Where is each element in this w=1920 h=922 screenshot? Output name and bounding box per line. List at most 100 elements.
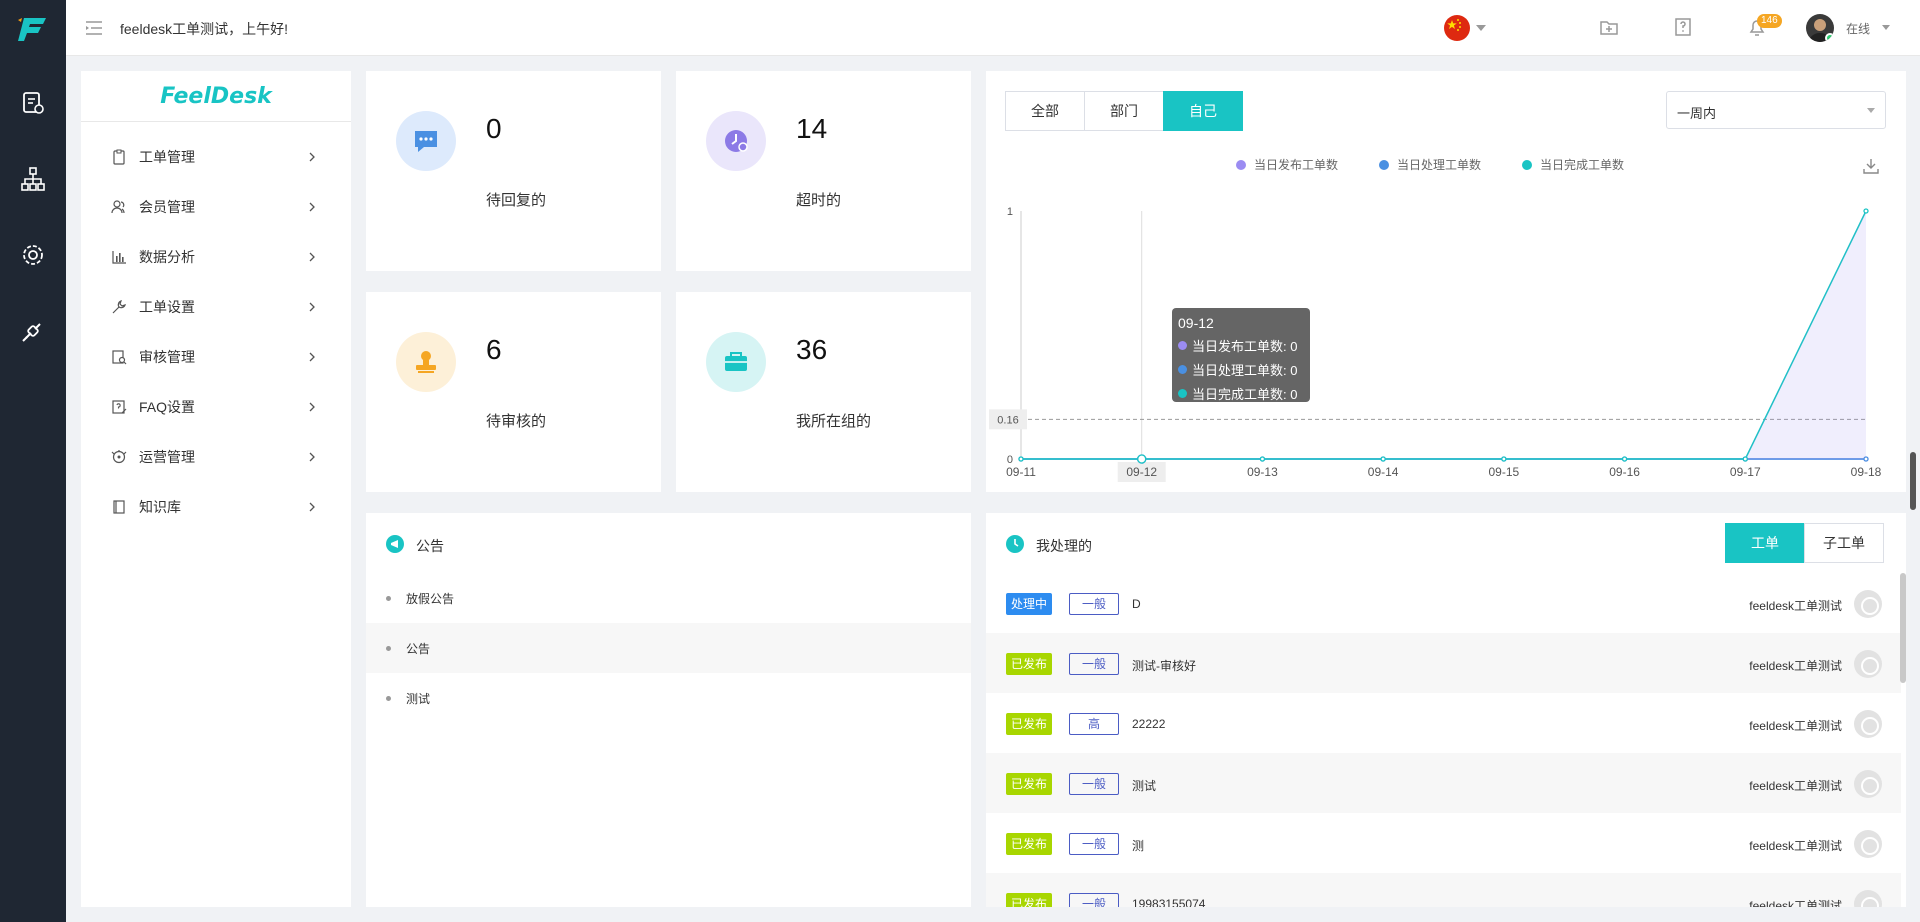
ticket-title[interactable]: D [1132, 597, 1141, 611]
ticket-priority-badge: 一般 [1069, 593, 1119, 615]
stat-card-my-groups[interactable]: 36 我所在组的 [676, 292, 971, 492]
ticket-title[interactable]: 19983155074 [1132, 897, 1205, 907]
series-point [1380, 456, 1386, 462]
sidebar-item-faq-settings[interactable]: FAQ设置 [81, 382, 351, 432]
x-tick-label: 09-15 [1489, 465, 1520, 479]
assignee-avatar [1854, 650, 1882, 678]
notice-item[interactable]: 测试 [366, 673, 971, 723]
ticket-title[interactable]: 测 [1132, 837, 1144, 854]
ticket-status-badge: 处理中 [1006, 593, 1053, 615]
sidebar-item-knowledge-base[interactable]: 知识库 [81, 482, 351, 532]
assignee-avatar [1854, 710, 1882, 738]
stat-card-overdue[interactable]: 14 超时的 [676, 71, 971, 271]
sidebar-item-data-analysis[interactable]: 数据分析 [81, 232, 351, 282]
stat-value: 6 [486, 334, 502, 365]
ticket-title[interactable]: 测试 [1132, 777, 1156, 794]
chevron-right-icon [309, 402, 315, 412]
ticket-row[interactable]: 已发布高 22222 feeldesk工单测试 [986, 693, 1901, 753]
y-tick-label: 1 [1007, 206, 1013, 218]
ticket-row[interactable]: 已发布 一般测 feeldesk工单测试 [986, 813, 1901, 873]
chevron-right-icon [309, 252, 315, 262]
organization-nav-icon[interactable] [20, 166, 46, 192]
stat-circle [396, 332, 456, 392]
sidebar-item-label: 工单设置 [139, 299, 195, 315]
sidebar-item-member-management[interactable]: 会员管理 [81, 182, 351, 232]
ticket-priority-badge: 一般 [1069, 773, 1119, 795]
series-point [1863, 456, 1869, 462]
sidebar-item-operations-management[interactable]: 运营管理 [81, 432, 351, 482]
stat-card-pending-review[interactable]: 6 待审核的 [366, 292, 661, 492]
stat-value: 0 [486, 113, 502, 144]
ticket-assignee: feeldesk工单测试 [1749, 719, 1842, 733]
my-tickets-panel: 我处理的 工单 子工单 处理中 一般 Dfeeldesk工单测试 已发布 一般 测试-审核… [986, 513, 1906, 907]
notice-item[interactable]: 放假公告 [366, 573, 971, 623]
sidebar-item-label: 工单管理 [139, 149, 195, 165]
clock-icon [1006, 535, 1024, 553]
tooltip-row-text: 当日完成工单数: 0 [1192, 387, 1298, 402]
stat-label: 超时的 [796, 192, 842, 209]
status-caret-icon[interactable] [1882, 25, 1890, 30]
ticket-priority-badge: 一般 [1069, 893, 1119, 907]
notice-item-label[interactable]: 公告 [406, 640, 430, 657]
language-flag-icon[interactable] [1444, 15, 1470, 41]
briefcase-icon [725, 352, 747, 371]
brand-logo: FeelDesk [81, 71, 351, 122]
stat-circle [396, 111, 456, 171]
tooltip-row-text: 当日发布工单数: 0 [1192, 339, 1298, 354]
ticket-status-badge: 已发布 [1006, 713, 1053, 735]
ticket-row[interactable]: 已发布 一般 19983155074 feeldesk工单测试 [986, 873, 1901, 907]
chart-icon [112, 251, 126, 264]
stat-circle [706, 111, 766, 171]
ticket-status-badge: 已发布 [1006, 773, 1053, 795]
page-scrollbar[interactable] [1910, 452, 1916, 510]
tab-tickets[interactable]: 工单 [1725, 523, 1805, 563]
ticket-title[interactable]: 测试-审核好 [1132, 657, 1196, 674]
chart-tooltip: 09-12 当日发布工单数: 0 当日处理工单数: 0 当日完成工单数: 0 [1172, 308, 1310, 402]
ticket-assignee: feeldesk工单测试 [1749, 779, 1842, 793]
knowledge-icon [113, 500, 125, 514]
clock-icon [725, 130, 748, 152]
chevron-right-icon [309, 302, 315, 312]
ticket-list-scrollbar[interactable] [1900, 573, 1906, 683]
notice-item-label[interactable]: 放假公告 [406, 590, 454, 607]
greeting-text: feeldesk工单测试，上午好! [120, 21, 289, 37]
ticket-row[interactable]: 已发布 一般 测试-审核好 feeldesk工单测试 [986, 633, 1901, 693]
integration-nav-icon[interactable] [20, 318, 46, 344]
ticket-row[interactable]: 处理中 一般 Dfeeldesk工单测试 [986, 573, 1901, 633]
stat-label: 我所在组的 [796, 413, 872, 430]
sidebar-item-audit-management[interactable]: 审核管理 [81, 332, 351, 382]
language-caret-icon[interactable] [1476, 25, 1486, 31]
add-folder-icon[interactable] [1598, 16, 1620, 38]
ticket-panel-title: 我处理的 [1036, 538, 1092, 554]
notification-badge: 146 [1757, 14, 1782, 28]
chat-icon [415, 131, 437, 152]
sidebar-item-label: FAQ设置 [139, 399, 196, 415]
left-rail [0, 0, 66, 922]
menu-toggle-icon[interactable] [85, 19, 103, 37]
sidebar-item-ticket-settings[interactable]: 工单设置 [81, 282, 351, 332]
tickets-nav-icon[interactable] [20, 90, 46, 116]
ticket-row[interactable]: 已发布 一般 测试 feeldesk工单测试 [986, 753, 1901, 813]
ticket-title[interactable]: 22222 [1132, 717, 1165, 731]
app-logo-icon[interactable] [16, 14, 50, 44]
assignee-avatar [1854, 890, 1882, 907]
stat-card-pending-reply[interactable]: 0 待回复的 [366, 71, 661, 271]
series-point [1621, 456, 1628, 462]
tab-subtickets[interactable]: 子工单 [1804, 523, 1884, 563]
ticket-status-badge: 已发布 [1006, 833, 1053, 855]
sidebar-item-ticket-management[interactable]: 工单管理 [81, 132, 351, 182]
user-avatar[interactable] [1806, 14, 1834, 42]
ticket-icon [113, 149, 125, 165]
help-icon[interactable] [1672, 16, 1694, 38]
settings-nav-icon[interactable] [20, 242, 46, 268]
megaphone-icon [386, 535, 404, 553]
ticket-assignee: feeldesk工单测试 [1749, 899, 1842, 907]
user-status-label[interactable]: 在线 [1846, 20, 1870, 37]
stat-label: 待回复的 [486, 192, 547, 209]
series-point [1137, 454, 1147, 464]
notice-item-label[interactable]: 测试 [406, 690, 430, 707]
x-tick-label: 09-16 [1609, 465, 1640, 479]
x-tick-label: 09-13 [1247, 465, 1278, 479]
notice-item[interactable]: 公告 [366, 623, 971, 673]
x-tick-label: 09-18 [1851, 465, 1882, 479]
